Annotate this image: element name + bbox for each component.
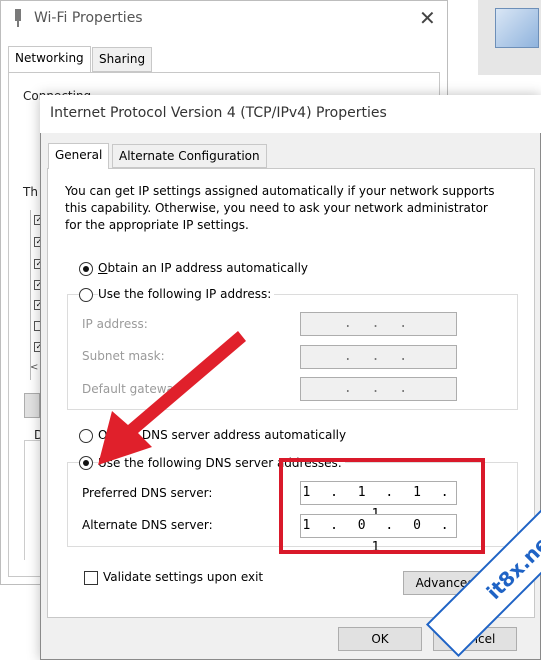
scroll-left-icon[interactable]: < [30, 362, 38, 373]
use-ip-label: Use the following IP address: [98, 287, 275, 301]
validate-settings-label: Validate settings upon exit [103, 570, 264, 584]
red-arrow-icon [98, 331, 246, 465]
preferred-dns-label: Preferred DNS server: [82, 486, 213, 500]
ok-button[interactable]: OK [338, 627, 422, 651]
ip-address-input[interactable]: . . . [300, 312, 457, 336]
tab-general[interactable]: General [48, 143, 110, 169]
default-gateway-input[interactable]: . . . [300, 377, 457, 401]
wifi-adapter-icon [15, 9, 21, 27]
alternate-dns-label: Alternate DNS server: [82, 518, 213, 532]
obtain-ip-auto-radio[interactable] [79, 262, 93, 276]
intro-text: You can get IP settings assigned automat… [65, 184, 495, 232]
dialog-title: Internet Protocol Version 4 (TCP/IPv4) P… [50, 105, 387, 121]
use-ip-radio[interactable] [79, 288, 93, 302]
subnet-mask-input[interactable]: . . . [300, 345, 457, 369]
close-icon[interactable]: ✕ [419, 6, 436, 30]
obtain-ip-auto-text: btain an IP address automatically [107, 261, 309, 275]
items-list-border [30, 210, 40, 380]
validate-settings-checkbox[interactable] [84, 571, 98, 585]
wifi-properties-title: Wi-Fi Properties [34, 10, 143, 26]
tab-sharing[interactable]: Sharing [92, 47, 153, 72]
description-groupbox [24, 440, 40, 560]
items-label-fragment: Th [23, 185, 38, 199]
network-image-icon [495, 8, 539, 48]
install-button-fragment[interactable] [24, 393, 40, 418]
tab-alternate-configuration[interactable]: Alternate Configuration [112, 144, 267, 168]
tab-networking[interactable]: Networking [8, 46, 91, 73]
highlight-box [279, 458, 485, 554]
obtain-ip-auto-label: Obtain an IP address automatically [98, 261, 309, 275]
